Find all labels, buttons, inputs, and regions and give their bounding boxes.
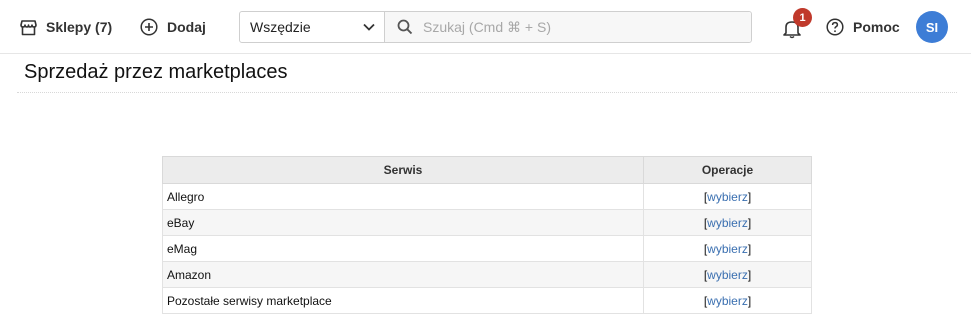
operations-cell: [wybierz]	[643, 287, 812, 314]
operations-cell: [wybierz]	[643, 209, 812, 236]
help-icon	[826, 18, 844, 36]
search-group: Wszędzie	[239, 11, 752, 43]
select-link[interactable]: wybierz	[707, 190, 748, 204]
shops-label: Sklepy (7)	[46, 19, 113, 35]
plus-circle-icon	[140, 18, 158, 36]
bracket-close: ]	[747, 189, 752, 204]
chevron-down-icon	[363, 23, 375, 31]
service-name: Pozostałe serwisy marketplace	[162, 287, 644, 314]
operations-cell: [wybierz]	[643, 235, 812, 262]
bracket-close: ]	[747, 293, 752, 308]
top-bar: Sklepy (7) Dodaj Wszędzie 1	[0, 0, 971, 54]
table-row: Allegro [wybierz]	[162, 183, 812, 210]
search-icon	[397, 19, 413, 35]
title-divider	[17, 92, 957, 93]
service-name: eMag	[162, 235, 644, 262]
search-scope-value: Wszędzie	[250, 19, 311, 35]
service-name: Allegro	[162, 183, 644, 210]
search-input[interactable]	[423, 19, 723, 35]
column-header-service: Serwis	[162, 156, 644, 184]
table-header-row: Serwis Operacje	[162, 156, 812, 184]
operations-cell: [wybierz]	[643, 261, 812, 288]
add-label: Dodaj	[167, 19, 206, 35]
column-header-operations: Operacje	[643, 156, 812, 184]
service-name: eBay	[162, 209, 644, 236]
table-row: Pozostałe serwisy marketplace [wybierz]	[162, 287, 812, 314]
table-row: eBay [wybierz]	[162, 209, 812, 236]
bracket-close: ]	[747, 215, 752, 230]
select-link[interactable]: wybierz	[707, 242, 748, 256]
bracket-close: ]	[747, 267, 752, 282]
table-row: Amazon [wybierz]	[162, 261, 812, 288]
table-row: eMag [wybierz]	[162, 235, 812, 262]
search-scope-select[interactable]: Wszędzie	[240, 12, 385, 42]
help-button[interactable]: Pomoc	[826, 16, 900, 38]
avatar[interactable]: SI	[916, 11, 948, 43]
search-box	[385, 12, 751, 42]
select-link[interactable]: wybierz	[707, 268, 748, 282]
marketplaces-table: Serwis Operacje Allegro [wybierz] eBay […	[162, 156, 812, 314]
notification-badge: 1	[793, 8, 812, 27]
bracket-close: ]	[747, 241, 752, 256]
service-name: Amazon	[162, 261, 644, 288]
help-label: Pomoc	[853, 19, 900, 35]
select-link[interactable]: wybierz	[707, 216, 748, 230]
operations-cell: [wybierz]	[643, 183, 812, 210]
select-link[interactable]: wybierz	[707, 294, 748, 308]
page-title: Sprzedaż przez marketplaces	[24, 61, 288, 83]
store-icon	[20, 19, 37, 35]
shops-button[interactable]: Sklepy (7)	[20, 16, 112, 38]
add-button[interactable]: Dodaj	[140, 16, 206, 38]
